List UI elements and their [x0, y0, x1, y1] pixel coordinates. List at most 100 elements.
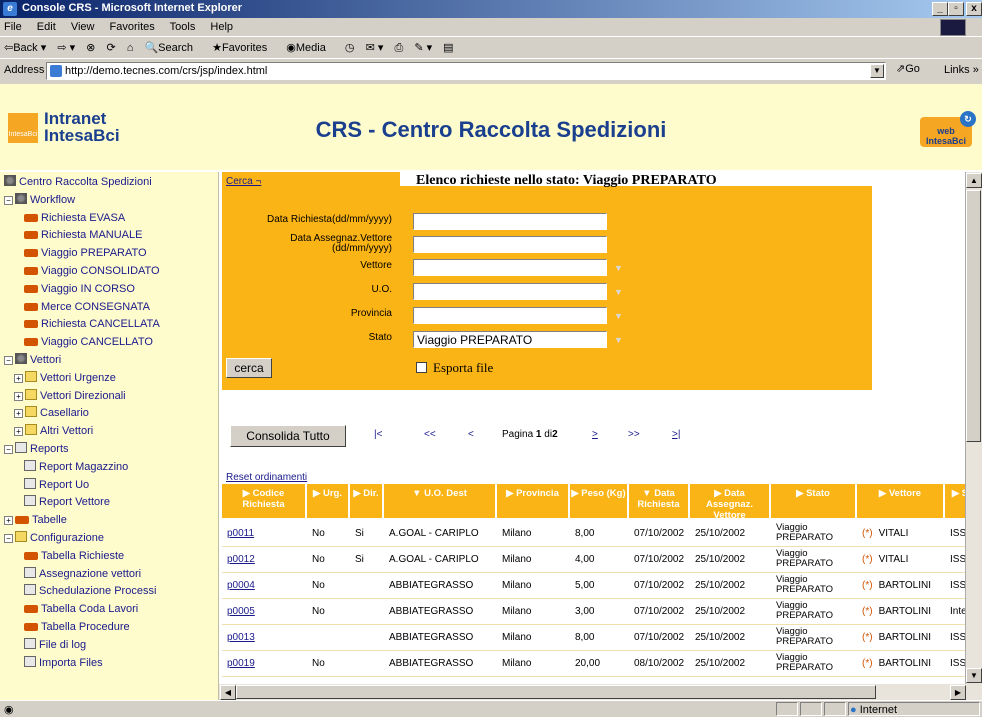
go-button[interactable]: ⇗Go — [896, 62, 920, 75]
tree-item[interactable]: Merce CONSEGNATA — [24, 299, 150, 316]
minimize-button[interactable]: _ — [932, 2, 948, 16]
request-code-link[interactable]: p0012 — [227, 554, 255, 565]
request-code-link[interactable]: p0004 — [227, 580, 255, 591]
request-code-link[interactable]: p0005 — [227, 606, 255, 617]
export-checkbox[interactable]: Esporta file — [416, 360, 493, 376]
column-header[interactable]: ▶ Provincia — [497, 484, 568, 518]
menu-edit[interactable]: Edit — [37, 21, 56, 33]
mail-icon[interactable]: ✉ ▾ — [366, 42, 384, 54]
field-input[interactable] — [413, 213, 607, 230]
stop-icon[interactable]: ⊗ — [86, 42, 95, 54]
tree-item[interactable]: Viaggio PREPARATO — [24, 245, 147, 262]
tree-item[interactable]: Centro Raccolta Spedizioni — [4, 174, 152, 191]
search-button[interactable]: 🔍Search — [144, 42, 201, 54]
menu-view[interactable]: View — [71, 21, 95, 33]
dropdown-icon[interactable]: ▼ — [614, 335, 623, 345]
column-header[interactable]: ▶ Dir. — [350, 484, 382, 518]
expand-icon[interactable]: + — [14, 373, 23, 383]
pager-prev[interactable]: < — [468, 429, 474, 440]
tree-item[interactable]: Viaggio CANCELLATO — [24, 334, 153, 351]
refresh-icon[interactable]: ⟳ — [106, 42, 115, 54]
table-cell[interactable]: p0005 — [227, 606, 255, 617]
checkbox-icon[interactable] — [416, 362, 427, 373]
column-header[interactable]: ▶ Codice Richiesta — [222, 484, 305, 518]
request-code-link[interactable]: p0013 — [227, 632, 255, 643]
tree-item[interactable]: Richiesta MANUALE — [24, 227, 142, 244]
menu-favorites[interactable]: Favorites — [110, 21, 155, 33]
tree-item[interactable]: File di log — [24, 637, 86, 654]
column-header[interactable]: ▼ U.O. Dest — [384, 484, 495, 518]
table-cell[interactable]: p0019 — [227, 658, 255, 669]
vettore-marker-icon[interactable]: (*) — [862, 528, 873, 539]
column-header[interactable]: ▼ Data Richiesta — [629, 484, 688, 518]
request-code-link[interactable]: p0011 — [227, 528, 254, 539]
scroll-left-icon[interactable]: ◀ — [220, 685, 236, 700]
expand-icon[interactable]: + — [14, 409, 23, 419]
tree-item[interactable]: + Tabelle — [4, 512, 67, 529]
field-input[interactable] — [413, 307, 607, 324]
tree-item[interactable]: − Reports — [4, 441, 69, 458]
tree-item[interactable]: − Workflow — [4, 192, 75, 209]
table-cell[interactable]: p0012 — [227, 554, 255, 565]
tree-item[interactable]: + Casellario — [14, 405, 89, 422]
tree-item[interactable]: Tabella Procedure — [24, 619, 130, 636]
pager-last[interactable]: >| — [672, 429, 680, 440]
dropdown-icon[interactable]: ▼ — [614, 287, 623, 297]
field-input[interactable] — [413, 236, 607, 253]
tree-item[interactable]: Schedulazione Processi — [24, 583, 156, 600]
print-icon[interactable]: ⎙ — [394, 42, 403, 54]
tree-item[interactable]: Viaggio CONSOLIDATO — [24, 263, 160, 280]
scroll-right-icon[interactable]: ▶ — [950, 685, 966, 700]
collapse-icon[interactable]: − — [4, 356, 13, 365]
tree-item[interactable]: − Configurazione — [4, 530, 104, 547]
column-header[interactable]: ▶ Peso (Kg) — [570, 484, 627, 518]
vettore-marker-icon[interactable]: (*) — [862, 554, 873, 565]
vettore-marker-icon[interactable]: (*) — [862, 632, 873, 643]
field-input[interactable] — [413, 259, 607, 276]
tree-item[interactable]: Report Uo — [24, 477, 89, 494]
pager-prev-page[interactable]: << — [424, 429, 436, 440]
dropdown-icon[interactable]: ▼ — [614, 263, 623, 273]
home-icon[interactable]: ⌂ — [127, 42, 134, 54]
address-input[interactable]: http://demo.tecnes.com/crs/jsp/index.htm… — [46, 62, 886, 80]
links-button[interactable]: Links » — [944, 64, 979, 76]
consolida-tutto-button[interactable]: Consolida Tutto — [230, 425, 346, 447]
column-header[interactable]: ▶ Vettore — [857, 484, 943, 518]
window-titlebar[interactable]: e Console CRS - Microsoft Internet Explo… — [0, 0, 982, 18]
tree-item[interactable]: Tabella Richieste — [24, 548, 124, 565]
tree-item[interactable]: − Vettori — [4, 352, 61, 369]
vettore-marker-icon[interactable]: (*) — [862, 580, 873, 591]
favorites-button[interactable]: ★Favorites — [212, 42, 275, 54]
menu-file[interactable]: File — [4, 21, 22, 33]
collapse-icon[interactable]: − — [4, 445, 13, 454]
table-cell[interactable]: p0011 — [227, 528, 254, 539]
cerca-link[interactable]: Cerca ¬ — [226, 176, 261, 187]
pager-next-page[interactable]: >> — [628, 429, 640, 440]
reset-sort-link[interactable]: Reset ordinamenti — [226, 472, 307, 483]
pager-first[interactable]: |< — [374, 429, 382, 440]
field-input[interactable] — [413, 283, 607, 300]
scroll-down-icon[interactable]: ▼ — [966, 668, 982, 683]
tree-item[interactable]: Viaggio IN CORSO — [24, 281, 135, 298]
tree-item[interactable]: Importa Files — [24, 655, 103, 672]
tree-item[interactable]: + Altri Vettori — [14, 423, 93, 440]
collapse-icon[interactable]: − — [4, 534, 13, 543]
tree-item[interactable]: Assegnazione vettori — [24, 566, 141, 583]
address-dropdown-icon[interactable]: ▼ — [870, 64, 884, 78]
expand-icon[interactable]: + — [14, 427, 23, 437]
tree-item[interactable]: Tabella Coda Lavori — [24, 601, 138, 618]
tree-item[interactable]: Report Vettore — [24, 494, 110, 511]
cerca-button[interactable]: cerca — [226, 358, 272, 378]
maximize-button[interactable]: ▫ — [948, 2, 964, 16]
vettore-marker-icon[interactable]: (*) — [862, 606, 873, 617]
scroll-up-icon[interactable]: ▲ — [966, 173, 982, 188]
tree-item[interactable]: Richiesta EVASA — [24, 210, 125, 227]
vettore-marker-icon[interactable]: (*) — [862, 658, 873, 669]
expand-icon[interactable]: + — [14, 391, 23, 401]
field-input[interactable]: Viaggio PREPARATO — [413, 331, 607, 348]
edit-icon[interactable]: ✎ ▾ — [414, 42, 432, 54]
vertical-scroll-thumb[interactable] — [966, 190, 981, 442]
tree-item[interactable]: Richiesta CANCELLATA — [24, 316, 160, 333]
history-icon[interactable]: ◷ — [345, 42, 355, 54]
column-header[interactable]: ▶ Data Assegnaz. Vettore — [690, 484, 769, 521]
